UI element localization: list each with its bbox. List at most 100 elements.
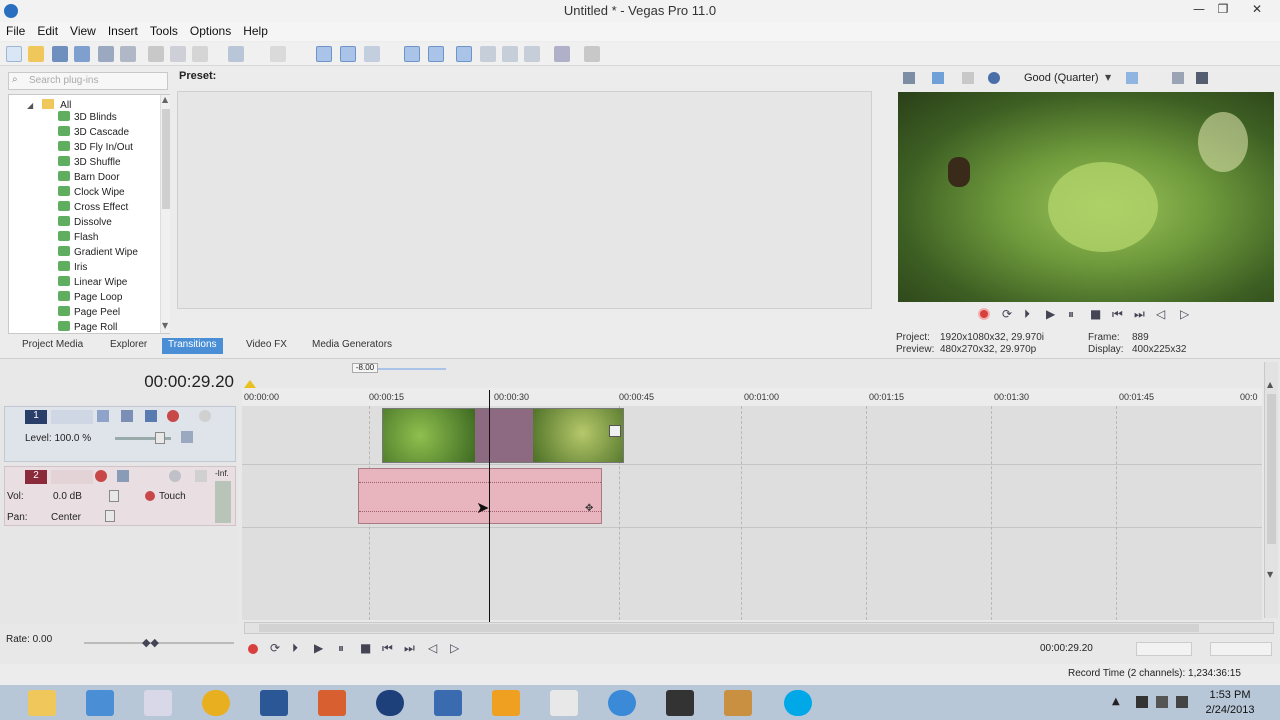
tree-item[interactable]: Page Roll: [58, 321, 117, 336]
play-from-start-icon[interactable]: ⏵: [292, 641, 298, 656]
tree-root-item[interactable]: ◢ All: [27, 99, 71, 111]
play-icon[interactable]: ▶: [314, 641, 323, 655]
loop-marker-icon[interactable]: [244, 380, 256, 388]
scroll-down-icon[interactable]: ▼: [162, 321, 168, 330]
track-fx-icon[interactable]: [117, 470, 129, 482]
mute-icon[interactable]: [167, 410, 179, 422]
menu-file[interactable]: File: [0, 22, 31, 40]
scroll-up-icon[interactable]: ▲: [1267, 380, 1273, 389]
split-screen-icon[interactable]: [962, 72, 974, 84]
tree-item[interactable]: Iris: [58, 261, 87, 276]
tree-item[interactable]: 3D Shuffle: [58, 156, 121, 171]
event-move-icon[interactable]: ✥: [585, 503, 593, 514]
zoom-tool-icon[interactable]: [524, 46, 540, 62]
preview-properties-icon[interactable]: [903, 72, 915, 84]
render-icon[interactable]: [98, 46, 114, 62]
go-to-start-icon[interactable]: ⏮: [382, 641, 393, 656]
tab-project-media[interactable]: Project Media: [16, 338, 89, 354]
paste-icon[interactable]: [192, 46, 208, 62]
go-to-end-icon[interactable]: ⏭: [1134, 307, 1145, 322]
snapping-icon[interactable]: [316, 46, 332, 62]
menu-view[interactable]: View: [64, 22, 102, 40]
tree-item[interactable]: Barn Door: [58, 171, 120, 186]
tree-item[interactable]: Gradient Wipe: [58, 246, 138, 261]
arm-record-icon[interactable]: [95, 470, 107, 482]
normal-edit-tool-icon[interactable]: [456, 46, 472, 62]
taskbar-clock[interactable]: 1:53 PM 2/24/2013: [1190, 688, 1270, 718]
transition-region[interactable]: [475, 409, 533, 462]
track-fx-icon[interactable]: [121, 410, 133, 422]
tree-item[interactable]: Clock Wipe: [58, 186, 125, 201]
lock-envelopes-icon[interactable]: [404, 46, 420, 62]
menu-options[interactable]: Options: [184, 22, 237, 40]
mute-icon[interactable]: [169, 470, 181, 482]
horizontal-scrollbar[interactable]: [244, 622, 1274, 634]
folder-app-icon[interactable]: [550, 690, 578, 716]
vegas-pro-icon[interactable]: [376, 690, 404, 716]
loop-icon[interactable]: ⟳: [270, 641, 280, 655]
previous-frame-icon[interactable]: ◁: [1156, 307, 1165, 321]
rate-slider[interactable]: [84, 642, 234, 644]
ignore-grouping-icon[interactable]: [428, 46, 444, 62]
word-icon[interactable]: [260, 690, 288, 716]
rate-slider-thumb[interactable]: ◆◆: [142, 636, 159, 649]
volume-icon[interactable]: [1176, 696, 1188, 708]
tree-item[interactable]: Dissolve: [58, 216, 112, 231]
pause-icon[interactable]: ⏸: [338, 641, 344, 656]
tab-media-generators[interactable]: Media Generators: [306, 338, 398, 354]
scroll-thumb[interactable]: [1267, 394, 1276, 544]
selection-length-field[interactable]: [1210, 642, 1272, 656]
record-icon[interactable]: [248, 644, 258, 654]
stop-icon[interactable]: ■: [360, 641, 371, 655]
restore-button[interactable]: ❐: [1212, 2, 1234, 20]
tree-item[interactable]: Cross Effect: [58, 201, 128, 216]
copy-snapshot-icon[interactable]: [1172, 72, 1184, 84]
loop-icon[interactable]: ⟳: [1002, 307, 1012, 321]
stop-icon[interactable]: ■: [1090, 307, 1101, 321]
preview-quality-dropdown[interactable]: Good (Quarter): [1024, 72, 1099, 84]
tree-scrollbar[interactable]: ▲ ▼: [160, 95, 170, 333]
selection-tool-icon[interactable]: [502, 46, 518, 62]
pause-icon[interactable]: ⏸: [1068, 307, 1074, 322]
play-icon[interactable]: ▶: [1046, 307, 1055, 321]
selection-start-field[interactable]: [1136, 642, 1192, 656]
tree-item[interactable]: Flash: [58, 231, 98, 246]
new-icon[interactable]: [6, 46, 22, 62]
video-track-header[interactable]: 1 Level: 100.0 %: [4, 406, 236, 462]
skype-icon[interactable]: [784, 690, 812, 716]
parent-icon[interactable]: [181, 431, 193, 443]
play-from-start-icon[interactable]: ⏵: [1024, 307, 1030, 322]
go-to-start-icon[interactable]: ⏮: [1112, 307, 1123, 322]
media-app-icon[interactable]: [666, 690, 694, 716]
track-motion-icon[interactable]: [97, 410, 109, 422]
online-help-icon[interactable]: [554, 46, 570, 62]
automation-icon[interactable]: [145, 491, 155, 501]
level-slider-thumb[interactable]: [155, 432, 165, 444]
vol-slider-thumb[interactable]: [109, 490, 119, 502]
tab-explorer[interactable]: Explorer: [104, 338, 153, 354]
solo-icon[interactable]: [195, 470, 207, 482]
preset-area[interactable]: [177, 91, 872, 309]
automation-mode[interactable]: Touch: [159, 491, 186, 502]
power-icon[interactable]: [1136, 696, 1148, 708]
control-panel-icon[interactable]: [86, 690, 114, 716]
audio-app-icon[interactable]: [492, 690, 520, 716]
menu-help[interactable]: Help: [237, 22, 274, 40]
whats-this-icon[interactable]: [584, 46, 600, 62]
grid-icon[interactable]: [1126, 72, 1138, 84]
auto-crossfade-icon[interactable]: [340, 46, 356, 62]
snipping-tool-icon[interactable]: [144, 690, 172, 716]
save-icon[interactable]: [52, 46, 68, 62]
audio-track-header[interactable]: 2 Vol: 0.0 dB Touch Pan: Center -Inf.: [4, 466, 236, 526]
dvd-architect-icon[interactable]: [434, 690, 462, 716]
tree-item[interactable]: Page Loop: [58, 291, 122, 306]
menu-edit[interactable]: Edit: [31, 22, 64, 40]
next-frame-icon[interactable]: ▷: [1180, 307, 1189, 321]
scroll-up-icon[interactable]: ▲: [162, 95, 168, 104]
close-button[interactable]: ✕: [1246, 2, 1268, 20]
file-explorer-icon[interactable]: [28, 690, 56, 716]
properties-icon[interactable]: [120, 46, 136, 62]
show-hidden-icons-icon[interactable]: ▲: [1112, 696, 1120, 707]
tab-video-fx[interactable]: Video FX: [240, 338, 293, 354]
overlays-icon[interactable]: [988, 72, 1000, 84]
